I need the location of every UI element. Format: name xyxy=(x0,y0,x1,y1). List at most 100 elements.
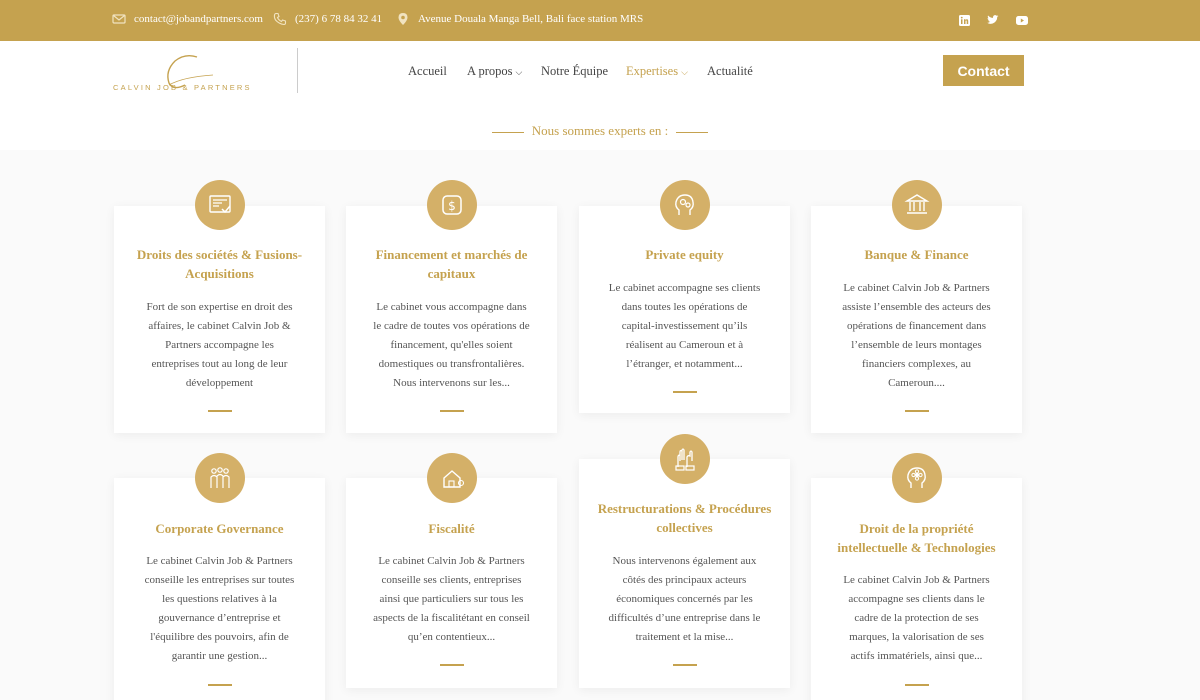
contact-button[interactable]: Contact xyxy=(943,55,1024,86)
nav-label: Accueil xyxy=(408,64,447,78)
chevron-down-icon: ⌵ xyxy=(515,67,523,77)
card-description: Le cabinet Calvin Job & Partners conseill… xyxy=(346,552,557,647)
expertise-card[interactable]: Corporate Governance Le cabinet Calvin Jo… xyxy=(114,478,325,700)
address-info: Avenue Douala Manga Bell, Bali face stat… xyxy=(396,12,643,26)
mail-icon xyxy=(112,14,126,24)
nav-label: Actualité xyxy=(707,64,753,78)
card-divider xyxy=(208,410,232,412)
card-title[interactable]: Droits des sociétés & Fusions-Acquisitio… xyxy=(114,245,325,283)
head-flower-icon xyxy=(892,453,942,503)
card-divider xyxy=(208,684,232,686)
card-divider xyxy=(673,664,697,666)
card-divider xyxy=(440,410,464,412)
card-description-line: Le cabinet Calvin Job & Partners xyxy=(843,282,990,294)
svg-text:$: $ xyxy=(448,199,456,213)
card-description-line: aspects de la fiscalitétant en conseil xyxy=(373,612,530,624)
card-description-line: côtés des principaux acteurs xyxy=(622,574,747,586)
nav-label: A propos xyxy=(467,64,513,78)
nav-accueil[interactable]: Accueil xyxy=(408,64,447,79)
logo-text: CALVIN JOB & PARTNERS xyxy=(113,83,252,92)
card-description-line: qu’en contentieux... xyxy=(407,631,496,643)
twitter-icon[interactable] xyxy=(983,10,1003,30)
section-title: Nous sommes experts en : xyxy=(0,123,1200,139)
linkedin-icon[interactable] xyxy=(954,10,974,30)
site-header: CALVIN JOB & PARTNERS Accueil A propos ⌵ … xyxy=(0,41,1200,150)
section-title-text: Nous sommes experts en : xyxy=(531,123,669,138)
expertise-card[interactable]: Droit de la propriété intellectuelle & T… xyxy=(811,478,1022,700)
phone-contact[interactable]: (237) 6 78 84 32 41 xyxy=(273,12,382,26)
card-title[interactable]: Droit de la propriété intellectuelle & T… xyxy=(811,519,1022,557)
card-description-line: conseille ses clients, entreprises xyxy=(381,574,522,586)
card-description-line: financement, qu'elles soient xyxy=(390,339,513,351)
card-description-line: développement xyxy=(185,377,254,389)
nav-notre-equipe[interactable]: Notre Équipe xyxy=(541,64,608,79)
header-divider xyxy=(297,48,298,93)
card-description-line: dans toutes les opérations de xyxy=(621,301,748,313)
card-description: Le cabinet Calvin Job & Partners conseill… xyxy=(114,552,325,666)
card-title[interactable]: Corporate Governance xyxy=(114,519,325,538)
card-description-line: domestiques ou transfrontalières. xyxy=(378,358,525,370)
card-description-line: Le cabinet accompagne ses clients xyxy=(608,282,761,294)
card-description-line: l'équilibre des pouvoirs, afin de xyxy=(150,631,289,643)
card-divider xyxy=(905,684,929,686)
card-description-line: Le cabinet Calvin Job & Partners xyxy=(378,555,525,567)
youtube-icon[interactable] xyxy=(1012,10,1032,30)
card-description-line: économiques concernés par les xyxy=(616,593,753,605)
card-description-line: difficultés d’une entreprise dans le xyxy=(608,612,761,624)
expertise-card[interactable]: Private equity Le cabinet accompagne ses … xyxy=(579,206,790,413)
card-title[interactable]: Restructurations & Procédures collective… xyxy=(579,499,790,537)
card-description-line: Partners accompagne les xyxy=(165,339,274,351)
card-description-line: gouvernance d’entreprise et xyxy=(158,612,281,624)
bank-icon xyxy=(892,180,942,230)
expertise-card[interactable]: Restructurations & Procédures collective… xyxy=(579,459,790,688)
expertise-card[interactable]: Banque & Finance Le cabinet Calvin Job & … xyxy=(811,206,1022,433)
card-description-line: Le cabinet vous accompagne dans xyxy=(376,301,527,313)
chevron-down-icon: ⌵ xyxy=(681,67,688,77)
card-description: Le cabinet Calvin Job & Partners accompag… xyxy=(811,571,1022,666)
card-description-line: garantir une gestion... xyxy=(171,650,268,662)
card-description-line: financiers complexes, au xyxy=(861,358,972,370)
document-check-icon xyxy=(195,180,245,230)
card-description: Le cabinet Calvin Job & Partners assiste … xyxy=(811,279,1022,393)
top-bar: contact@jobandpartners.com (237) 6 78 84… xyxy=(0,0,1200,41)
hands-icon xyxy=(660,434,710,484)
location-pin-icon xyxy=(398,13,408,25)
card-title[interactable]: Fiscalité xyxy=(346,519,557,538)
card-description: Le cabinet accompagne ses clients dans to… xyxy=(579,279,790,374)
card-description-line: l’ensemble de leurs montages xyxy=(851,339,982,351)
card-description-line: Fort de son expertise en droit des xyxy=(146,301,293,313)
card-description-line: le cadre de toutes vos opérations de xyxy=(373,320,530,332)
card-divider xyxy=(673,391,697,393)
email-contact[interactable]: contact@jobandpartners.com xyxy=(112,12,263,26)
card-description-line: les questions relatives à la xyxy=(162,593,277,605)
nav-label: Expertises xyxy=(626,64,679,78)
card-description-line: marques, la valorisation de ses xyxy=(849,631,984,643)
card-divider xyxy=(440,664,464,666)
nav-a-propos[interactable]: A propos ⌵ xyxy=(467,64,522,79)
card-description-line: actifs immatériels, ainsi que... xyxy=(850,650,983,662)
card-description: Fort de son expertise en droit des affair… xyxy=(114,298,325,393)
phone-text: (237) 6 78 84 32 41 xyxy=(295,13,383,25)
card-description-line: affaires, le cabinet Calvin Job & xyxy=(148,320,291,332)
nav-expertises[interactable]: Expertises ⌵ xyxy=(626,64,688,79)
expertise-card[interactable]: Financement et marchés de capitaux Le cab… xyxy=(346,206,557,433)
card-description: Le cabinet vous accompagne dans le cadre … xyxy=(346,298,557,393)
card-description-line: accompagne ses clients dans le xyxy=(848,593,985,605)
card-description-line: Le cabinet Calvin Job & Partners xyxy=(146,555,293,567)
group-icon xyxy=(195,453,245,503)
expertise-card[interactable]: Fiscalité Le cabinet Calvin Job & Partner… xyxy=(346,478,557,688)
card-description-line: l’étranger, et notamment... xyxy=(626,358,743,370)
card-title[interactable]: Private equity xyxy=(579,245,790,264)
dollar-icon: $ xyxy=(427,180,477,230)
card-description-line: Le cabinet Calvin Job & Partners xyxy=(843,574,990,586)
card-title[interactable]: Financement et marchés de capitaux xyxy=(346,245,557,283)
expertise-card[interactable]: Droits des sociétés & Fusions-Acquisitio… xyxy=(114,206,325,433)
card-divider xyxy=(905,410,929,412)
phone-icon xyxy=(273,12,287,26)
card-title[interactable]: Banque & Finance xyxy=(811,245,1022,264)
card-description-line: Nous intervenons également aux xyxy=(612,555,757,567)
nav-actualite[interactable]: Actualité xyxy=(707,64,753,79)
card-description-line: opérations de financement dans xyxy=(847,320,986,332)
card-description-line: Cameroun.... xyxy=(888,377,945,389)
card-description-line: cadre de la protection de ses xyxy=(854,612,979,624)
